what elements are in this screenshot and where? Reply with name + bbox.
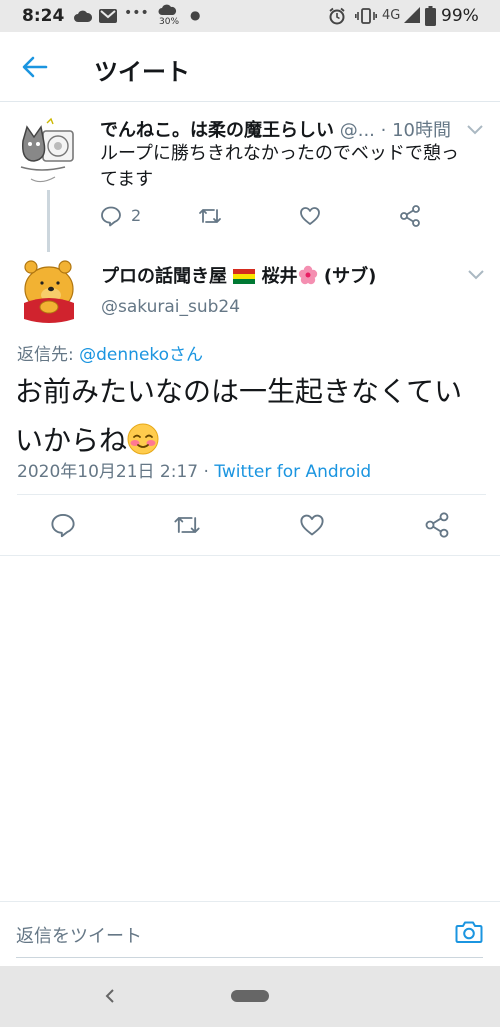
main-name-part2: 桜井 [261, 266, 298, 287]
home-pill[interactable] [231, 990, 269, 1002]
blushing-face-icon [127, 423, 159, 455]
reply-to-label: 返信先: [17, 345, 80, 365]
main-chevron-down-icon[interactable] [467, 269, 485, 281]
parent-handle[interactable]: @... [340, 120, 375, 141]
alarm-icon [328, 7, 346, 25]
divider [17, 494, 486, 495]
tweet-meta: 2020年10月21日 2:17 · Twitter for Android [17, 457, 371, 482]
reply-to-line: 返信先: @dennekoさん [17, 340, 203, 365]
parent-text-line-2: てます [100, 169, 154, 190]
bolivia-flag-icon [233, 269, 256, 284]
input-underline [16, 957, 483, 958]
main-text-line-1: お前みたいなのは一生起きなくてい [15, 375, 463, 408]
tweet-date: 2020年10月21日 2:17 · [17, 462, 215, 482]
reply-count: 2 [131, 206, 142, 225]
divider [0, 555, 500, 556]
network-type: 4G [382, 8, 401, 23]
main-handle[interactable]: @sakurai_sub24 [101, 297, 240, 317]
reply-compose-bar[interactable]: 返信をツイート [0, 902, 500, 966]
share-icon[interactable] [424, 511, 450, 539]
retweet-icon[interactable] [173, 512, 201, 538]
main-tweet-text: お前みたいなのは一生起きなくてい いからね [15, 367, 462, 465]
parent-timestamp: · 10時間 [380, 120, 451, 141]
parent-chevron-down-icon[interactable] [466, 124, 484, 136]
like-icon[interactable] [299, 205, 321, 227]
status-time: 8:24 [22, 6, 65, 26]
parent-tweet-text: ループに勝ちきれなかったのでベッドで憩っ てます [100, 141, 459, 193]
weather-icon [158, 4, 178, 16]
more-notifications-icon: ••• [124, 5, 149, 21]
battery-percent: 99% [441, 6, 479, 26]
reply-icon[interactable] [50, 512, 76, 538]
main-avatar[interactable] [18, 255, 80, 327]
main-name-part3: (サブ) [323, 266, 377, 287]
vibrate-icon [355, 7, 377, 25]
main-action-bar [0, 505, 500, 545]
main-display-name[interactable]: プロの話聞き屋 桜井 (サブ) [101, 262, 376, 288]
tweet-source[interactable]: Twitter for Android [214, 462, 371, 482]
status-bar: 8:24 ••• 30% ● 4G 99% [0, 0, 500, 32]
system-back-icon[interactable] [104, 988, 116, 1004]
retweet-icon[interactable] [198, 205, 222, 227]
main-text-line-2: いからね [15, 424, 128, 457]
battery-icon [425, 6, 436, 26]
parent-header: でんねこ。は柔の魔王らしい @... · 10時間 [100, 116, 451, 142]
back-arrow-icon[interactable] [22, 56, 48, 78]
parent-display-name[interactable]: でんねこ。は柔の魔王らしい [100, 120, 334, 141]
main-name-part1: プロの話聞き屋 [101, 266, 227, 287]
signal-icon [404, 7, 420, 23]
page-title: ツイート [94, 58, 190, 86]
like-icon[interactable] [299, 512, 325, 538]
parent-avatar[interactable] [17, 115, 75, 187]
camera-icon[interactable] [455, 920, 483, 944]
weather-badge: 30% [159, 17, 180, 27]
gmail-icon [99, 9, 117, 23]
reply-input[interactable]: 返信をツイート [16, 922, 142, 948]
reply-icon[interactable] [100, 205, 122, 227]
system-nav-bar [0, 966, 500, 1027]
reply-to-mention[interactable]: @dennekoさん [79, 345, 203, 365]
cloud-icon [74, 9, 92, 23]
hibiscus-icon [298, 265, 318, 285]
dot-icon: ● [190, 8, 201, 22]
thread-line [47, 190, 50, 252]
share-icon[interactable] [399, 204, 421, 228]
parent-text-line-1: ループに勝ちきれなかったのでベッドで憩っ [100, 143, 459, 164]
parent-action-bar: 2 [100, 203, 480, 229]
app-bar: ツイート [0, 32, 500, 102]
